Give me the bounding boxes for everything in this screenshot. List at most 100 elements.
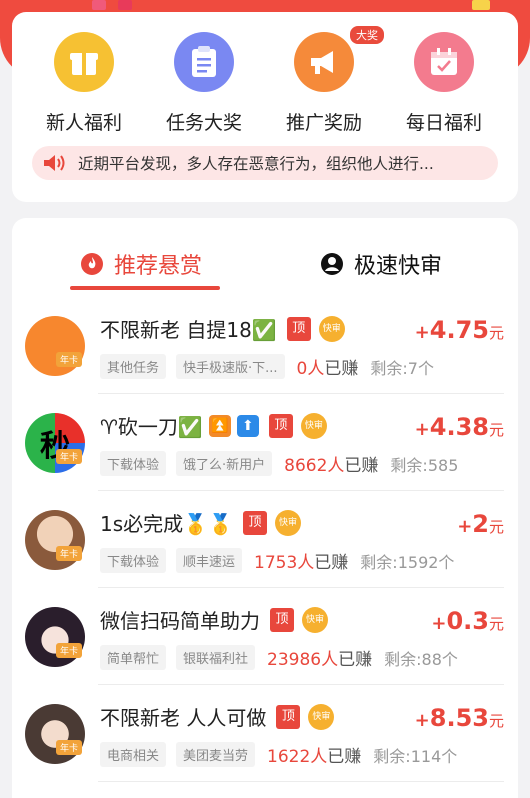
reward-value: 2 <box>472 510 489 538</box>
grand-prize-badge: 大奖 <box>350 26 384 44</box>
gift-icon <box>54 32 114 92</box>
status-bar <box>30 0 490 12</box>
pinned-badge: 顶 <box>276 704 301 729</box>
app-tag: 银联福利社 <box>176 645 256 670</box>
avatar <box>25 510 85 570</box>
earned-suffix: 已赚 <box>324 359 359 379</box>
divider <box>98 684 504 685</box>
task-title-text: 不限新老 人人可做 <box>100 706 267 730</box>
task-title: ♈砍一刀✅ ⏫ ⬆ 顶 快审 <box>100 411 327 440</box>
video-icon <box>118 0 132 10</box>
remain-value: 7个 <box>407 358 434 378</box>
entry-task-prize[interactable]: 任务大奖 <box>149 32 259 142</box>
task-meta: 下载体验 顺丰速运 1753人已赚 剩余:1592个 <box>100 548 510 573</box>
up-arrow-icon: ⬆ <box>236 414 259 437</box>
reward-amount: +4.75元 <box>415 316 504 344</box>
earned-count: 1753人已赚 <box>254 548 348 573</box>
app-tag: 美团麦当劳 <box>176 742 256 767</box>
reward-value: 0.3 <box>446 607 489 635</box>
reward-unit: 元 <box>488 421 504 439</box>
reward-amount: +0.3元 <box>431 607 504 635</box>
category-tag: 电商相关 <box>100 742 167 767</box>
fast-review-badge: 快审 <box>302 606 328 633</box>
divider <box>98 587 504 588</box>
divider <box>98 393 504 394</box>
pinned-badge: 顶 <box>242 510 267 535</box>
task-title-text: ♈砍一刀✅ <box>100 415 203 439</box>
pinned-badge: 顶 <box>270 607 294 632</box>
remain-value: 1592个 <box>397 552 455 572</box>
remain-prefix: 剩余: <box>384 649 422 669</box>
task-row[interactable]: 年卡 不限新老 人人可做 顶 快审 +8.53元 电商相关 美团麦当劳 1622… <box>12 686 518 782</box>
reward-amount: +2元 <box>457 510 504 538</box>
double-up-icon: ⏫ <box>208 414 231 437</box>
earned-number: 1753人 <box>254 553 315 573</box>
reward-value: 4.38 <box>429 413 489 441</box>
reward-plus: + <box>457 516 473 537</box>
notice-text: 近期平台发现，多人存在恶意行为，组织他人进行... <box>78 155 434 173</box>
avatar <box>25 704 85 764</box>
game-icon <box>92 0 106 10</box>
remaining-count: 剩余:585 <box>390 452 458 476</box>
tab-label: 极速快审 <box>354 254 443 279</box>
remain-prefix: 剩余: <box>360 552 398 572</box>
task-meta: 电商相关 美团麦当劳 1622人已赚 剩余:114个 <box>100 742 510 767</box>
category-tag: 其他任务 <box>100 354 167 379</box>
task-row[interactable]: 年卡 1s必完成🥇🥇 顶 快审 +2元 下载体验 顺丰速运 1753人已赚 剩余… <box>12 492 518 588</box>
speaker-icon <box>44 155 65 171</box>
earned-suffix: 已赚 <box>344 456 379 476</box>
tab-indicator <box>70 286 220 290</box>
avatar <box>25 316 85 376</box>
task-title-text: 不限新老 自提18✅ <box>100 318 277 342</box>
reward-value: 4.75 <box>429 316 489 344</box>
entry-promotion-reward[interactable]: 大奖 推广奖励 <box>269 26 384 142</box>
reward-unit: 元 <box>488 712 504 730</box>
category-tag: 简单帮忙 <box>100 645 167 670</box>
remaining-count: 剩余:1592个 <box>360 549 454 573</box>
task-meta: 下载体验 饿了么·新用户 8662人已赚 剩余:585 <box>100 451 510 476</box>
tab-recommended-bounty[interactable]: 推荐悬赏 <box>80 248 202 280</box>
task-list-card: 推荐悬赏 极速快审 年卡 不限新老 自提18✅ 顶 快审 +4.75元 其他任务… <box>12 218 518 798</box>
earned-number: 1622人 <box>267 747 328 767</box>
tab-fast-review[interactable]: 极速快审 <box>320 248 442 280</box>
remain-value: 88个 <box>421 649 458 669</box>
task-title: 不限新老 自提18✅ 顶 快审 <box>100 314 345 343</box>
task-row[interactable]: 年卡 不限新老 自提18✅ 顶 快审 +4.75元 其他任务 快手极速版·下..… <box>12 298 518 394</box>
entry-label: 任务大奖 <box>165 112 242 134</box>
avatar: 秒 <box>25 413 85 473</box>
earned-number: 0人 <box>296 359 325 379</box>
entry-daily-benefit[interactable]: 每日福利 <box>389 32 499 142</box>
megaphone-icon: 大奖 <box>294 26 384 92</box>
reward-unit: 元 <box>488 324 504 342</box>
task-row[interactable]: 秒 年卡 ♈砍一刀✅ ⏫ ⬆ 顶 快审 +4.38元 下载体验 饿了么·新用户 … <box>12 395 518 491</box>
category-tag: 下载体验 <box>100 451 167 476</box>
pinned-badge: 顶 <box>286 316 311 341</box>
task-title-text: 微信扫码简单助力 <box>100 609 260 633</box>
entry-newcomer-benefit[interactable]: 新人福利 <box>29 32 139 142</box>
earned-suffix: 已赚 <box>338 650 373 670</box>
remain-value: 585 <box>427 455 459 475</box>
divider <box>98 781 504 782</box>
task-title: 不限新老 人人可做 顶 快审 <box>100 702 335 731</box>
fast-review-badge: 快审 <box>318 315 345 342</box>
divider <box>98 490 504 491</box>
remain-value: 114个 <box>410 746 458 766</box>
annual-badge: 年卡 <box>56 740 83 755</box>
reward-unit: 元 <box>488 615 504 633</box>
task-title: 微信扫码简单助力 顶 快审 <box>100 605 328 634</box>
remaining-count: 剩余:7个 <box>370 355 434 379</box>
notice-bar[interactable]: 近期平台发现，多人存在恶意行为，组织他人进行... <box>32 146 498 180</box>
reward-plus: + <box>414 322 430 343</box>
reward-plus: + <box>431 613 447 634</box>
flame-icon <box>81 253 103 275</box>
user-circle-icon <box>321 253 343 275</box>
remain-prefix: 剩余: <box>373 746 411 766</box>
task-row[interactable]: 年卡 微信扫码简单助力 顶 快审 +0.3元 简单帮忙 银联福利社 23986人… <box>12 589 518 685</box>
earned-number: 8662人 <box>284 456 345 476</box>
remain-prefix: 剩余: <box>370 358 408 378</box>
earned-suffix: 已赚 <box>327 747 362 767</box>
app-tag: 饿了么·新用户 <box>176 451 273 476</box>
earned-count: 1622人已赚 <box>267 742 361 767</box>
annual-badge: 年卡 <box>56 449 83 464</box>
pinned-badge: 顶 <box>268 413 293 438</box>
